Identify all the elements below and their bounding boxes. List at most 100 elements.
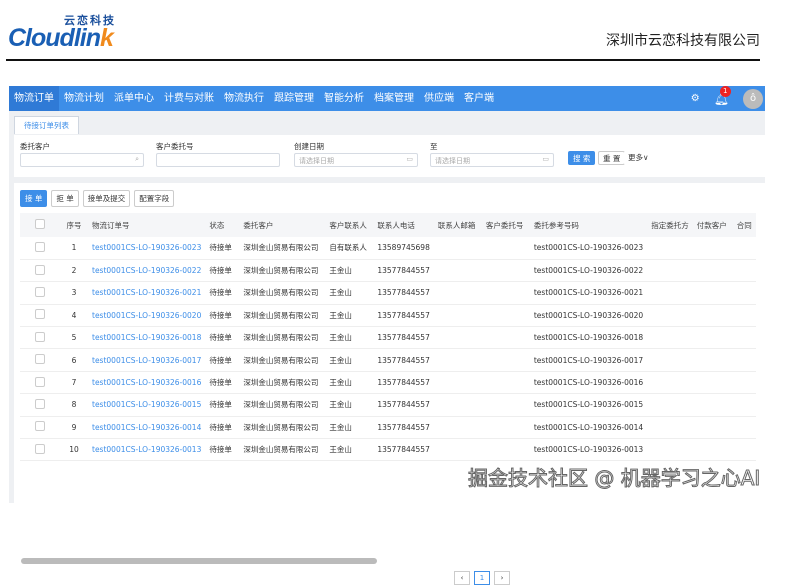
select-all-checkbox[interactable] <box>35 219 45 229</box>
order-link[interactable]: test0001CS-LO-190326-0018 <box>88 326 206 350</box>
table-row[interactable]: 3 test0001CS-LO-190326-0021 待接单 深圳金山贸易有限公司王… <box>20 281 756 305</box>
nav-item[interactable]: 物流计划 <box>59 86 109 111</box>
column-header[interactable]: 状态 <box>205 213 240 237</box>
start-date-input[interactable]: 请选择日期 ▭ <box>294 153 418 167</box>
row-checkbox[interactable] <box>35 421 45 432</box>
horizontal-scrollbar[interactable] <box>21 558 377 564</box>
column-header[interactable]: 序号 <box>60 213 88 237</box>
prev-page-button[interactable]: ‹ <box>454 571 470 585</box>
nav-item[interactable]: 物流订单 <box>9 86 59 111</box>
table-row[interactable]: 2 test0001CS-LO-190326-0022 待接单 深圳金山贸易有限公司王… <box>20 259 756 283</box>
table-cell: 深圳金山贸易有限公司 <box>239 393 326 417</box>
column-header[interactable]: 委托参考号码 <box>529 213 648 237</box>
column-header[interactable]: 合同 <box>732 213 756 237</box>
row-checkbox[interactable] <box>35 309 45 320</box>
order-link[interactable]: test0001CS-LO-190326-0016 <box>88 371 206 395</box>
table-row[interactable]: 10 test0001CS-LO-190326-0013 待接单 深圳金山贸易有限公司… <box>20 438 756 462</box>
column-header[interactable]: 委托客户 <box>239 213 326 237</box>
orders-table: 序号 物流订单号 状态 委托客户 客户联系人 联系人电话 联系人邮箱 客户委托号 委托参考号码指… <box>20 213 756 462</box>
nav-item[interactable]: 档案管理 <box>369 86 419 111</box>
order-link[interactable]: test0001CS-LO-190326-0022 <box>88 259 206 283</box>
table-cell: 深圳金山贸易有限公司 <box>239 304 326 328</box>
table-cell <box>692 237 733 260</box>
reset-button[interactable]: 重 置 <box>598 151 626 165</box>
table-row[interactable]: 5 test0001CS-LO-190326-0018 待接单 深圳金山贸易有限公司王… <box>20 326 756 350</box>
page-button[interactable]: 1 <box>474 571 490 585</box>
row-checkbox[interactable] <box>35 354 45 365</box>
accept-submit-button[interactable]: 接单及提交 <box>82 190 131 207</box>
table-cell: 待接单 <box>205 326 240 350</box>
table-cell <box>433 371 482 395</box>
search-button[interactable]: 搜 索 <box>568 151 596 165</box>
column-header[interactable]: 物流订单号 <box>88 213 206 237</box>
column-header[interactable]: 客户委托号 <box>481 213 530 237</box>
table-cell <box>692 371 733 395</box>
nav-item[interactable]: 派单中心 <box>109 86 159 111</box>
order-link[interactable]: test0001CS-LO-190326-0020 <box>88 304 206 328</box>
client-ref-input[interactable] <box>156 153 280 167</box>
table-row[interactable]: 6 test0001CS-LO-190326-0017 待接单 深圳金山贸易有限公司王… <box>20 348 756 372</box>
table-row[interactable]: 4 test0001CS-LO-190326-0020 待接单 深圳金山贸易有限公司王… <box>20 304 756 328</box>
nav-item[interactable]: 计费与对账 <box>159 86 219 111</box>
notification-badge: 1 <box>719 85 731 97</box>
nav-item[interactable]: 智能分析 <box>319 86 369 111</box>
table-cell: 13577844557 <box>373 438 434 462</box>
table-cell <box>647 416 693 440</box>
table-cell <box>433 416 482 440</box>
table-cell: 深圳金山贸易有限公司 <box>239 259 326 283</box>
order-link[interactable]: test0001CS-LO-190326-0013 <box>88 438 206 462</box>
order-link[interactable]: test0001CS-LO-190326-0014 <box>88 416 206 440</box>
client-input[interactable]: ⌕ <box>20 153 144 167</box>
column-header[interactable]: 联系人电话 <box>373 213 434 237</box>
table-cell: 待接单 <box>205 304 240 328</box>
table-cell <box>647 259 693 283</box>
row-checkbox[interactable] <box>35 331 45 342</box>
end-date-input[interactable]: 请选择日期 ▭ <box>430 153 554 167</box>
table-cell: 13577844557 <box>373 416 434 440</box>
table-cell <box>433 438 482 462</box>
table-cell: test0001CS-LO-190326-0023 <box>529 237 648 260</box>
table-cell: 5 <box>60 326 88 350</box>
avatar[interactable]: ô <box>743 88 763 109</box>
nav-item[interactable]: 跟踪管理 <box>269 86 319 111</box>
column-header[interactable]: 客户联系人 <box>325 213 374 237</box>
order-link[interactable]: test0001CS-LO-190326-0017 <box>88 348 206 372</box>
row-checkbox[interactable] <box>35 286 45 297</box>
row-checkbox[interactable] <box>35 241 45 252</box>
bell-icon[interactable]: 🔔︎ 1 <box>714 85 731 106</box>
nav-item[interactable]: 供应端 <box>419 86 459 111</box>
config-fields-button[interactable]: 配置字段 <box>134 190 175 207</box>
table-cell: 待接单 <box>205 281 240 305</box>
column-header[interactable]: 付款客户 <box>692 213 733 237</box>
column-header[interactable]: 指定委托方 <box>647 213 693 237</box>
nav-item[interactable]: 物流执行 <box>219 86 269 111</box>
accept-button[interactable]: 接 单 <box>20 190 48 207</box>
table-row[interactable]: 1 test0001CS-LO-190326-0023 待接单 深圳金山贸易有限公司自… <box>20 237 756 260</box>
table-cell <box>647 371 693 395</box>
gear-icon[interactable]: ⚙ <box>691 93 700 104</box>
column-header[interactable]: 联系人邮箱 <box>433 213 482 237</box>
nav-item[interactable]: 客户端 <box>459 86 499 111</box>
table-cell <box>692 348 733 372</box>
table-cell <box>647 348 693 372</box>
table-row[interactable]: 9 test0001CS-LO-190326-0014 待接单 深圳金山贸易有限公司王… <box>20 416 756 440</box>
row-checkbox[interactable] <box>35 264 45 275</box>
row-checkbox[interactable] <box>35 376 45 387</box>
order-link[interactable]: test0001CS-LO-190326-0023 <box>88 237 206 260</box>
row-checkbox[interactable] <box>35 443 45 454</box>
next-page-button[interactable]: › <box>494 571 510 585</box>
table-row[interactable]: 8 test0001CS-LO-190326-0015 待接单 深圳金山贸易有限公司王… <box>20 393 756 417</box>
reject-button[interactable]: 拒 单 <box>51 190 79 207</box>
order-link[interactable]: test0001CS-LO-190326-0021 <box>88 281 206 305</box>
table-cell <box>481 393 530 417</box>
table-cell <box>433 393 482 417</box>
to-label: 至 <box>430 142 438 151</box>
table-cell: 待接单 <box>205 259 240 283</box>
table-row[interactable]: 7 test0001CS-LO-190326-0016 待接单 深圳金山贸易有限公司王… <box>20 371 756 395</box>
tab-pending-orders[interactable]: 待接订单列表 <box>14 116 79 134</box>
more-button[interactable]: 更多∨ <box>624 151 653 165</box>
table-cell <box>433 348 482 372</box>
row-checkbox[interactable] <box>35 398 45 409</box>
order-link[interactable]: test0001CS-LO-190326-0015 <box>88 393 206 417</box>
table-cell: test0001CS-LO-190326-0014 <box>529 416 648 440</box>
